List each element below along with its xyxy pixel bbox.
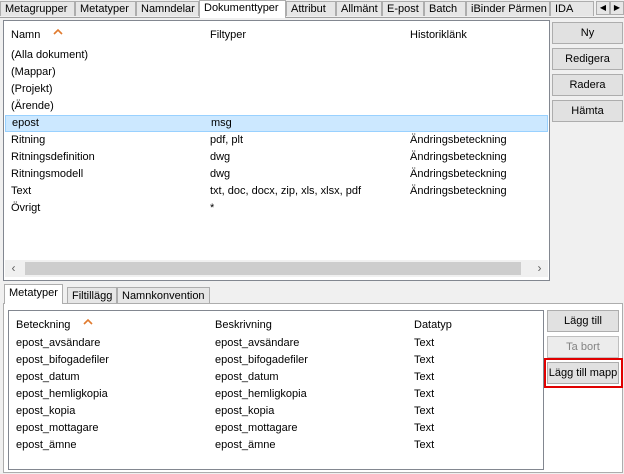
- fetch-button[interactable]: Hämta: [552, 100, 623, 122]
- list-item[interactable]: (Mappar): [4, 64, 549, 81]
- doc-type-filetypes: msg: [211, 117, 232, 129]
- metatype-description: epost_bifogadefiler: [215, 354, 308, 366]
- tab-ida[interactable]: IDA: [550, 1, 594, 16]
- list-item[interactable]: Ritning pdf, plt Ändringsbeteckning: [4, 132, 549, 149]
- list-item[interactable]: (Alla dokument): [4, 47, 549, 64]
- scrollbar-thumb[interactable]: [25, 262, 521, 275]
- doc-type-name: (Projekt): [11, 83, 53, 95]
- scroll-left-icon[interactable]: ‹: [5, 260, 22, 277]
- table-row[interactable]: epost_datum epost_datum Text: [9, 369, 543, 386]
- remove-metatype-button[interactable]: Ta bort: [547, 336, 619, 358]
- subtab-metatyper[interactable]: Metatyper: [4, 284, 63, 304]
- doc-type-name: epost: [12, 117, 39, 129]
- document-types-list[interactable]: Namn Filtyper Historiklänk (Alla dokumen…: [3, 20, 550, 281]
- table-row[interactable]: epost_mottagare epost_mottagare Text: [9, 420, 543, 437]
- tab-ibinder-parmen[interactable]: iBinder Pärmen: [466, 1, 550, 16]
- tab-allmant[interactable]: Allmänt: [336, 1, 382, 16]
- list-item[interactable]: Övrigt *: [4, 200, 549, 217]
- delete-button[interactable]: Radera: [552, 74, 623, 96]
- doc-type-history: Ändringsbeteckning: [410, 134, 507, 146]
- table-row[interactable]: epost_kopia epost_kopia Text: [9, 403, 543, 420]
- metatype-datatype: Text: [414, 337, 435, 349]
- metatype-description: epost_mottagare: [215, 422, 298, 434]
- doc-type-filetypes: txt, doc, docx, zip, xls, xlsx, pdf: [210, 185, 361, 197]
- list-item[interactable]: (Projekt): [4, 81, 549, 98]
- column-header-beskrivning[interactable]: Beskrivning: [215, 319, 272, 331]
- metatype-description: epost_avsändare: [215, 337, 300, 349]
- subtab-filtillagg[interactable]: Filtillägg: [67, 287, 118, 304]
- metatype-code: epost_avsändare: [16, 337, 101, 349]
- metatype-datatype: Text: [414, 439, 435, 451]
- table-row[interactable]: epost_avsändare epost_avsändare Text: [9, 335, 543, 352]
- table-row[interactable]: epost_hemligkopia epost_hemligkopia Text: [9, 386, 543, 403]
- tab-scroll-right-icon[interactable]: ▶: [610, 1, 624, 15]
- column-header-filtyper[interactable]: Filtyper: [210, 29, 246, 41]
- doc-type-name: Text: [11, 185, 32, 197]
- metatype-code: epost_ämne: [16, 439, 77, 451]
- doc-type-filetypes: *: [210, 202, 215, 214]
- doc-type-filetypes: dwg: [210, 168, 231, 180]
- metatype-code: epost_bifogadefiler: [16, 354, 109, 366]
- doc-type-filetypes: pdf, plt: [210, 134, 244, 146]
- list-item-selected[interactable]: epost msg: [5, 115, 548, 132]
- metatype-description: epost_hemligkopia: [215, 388, 307, 400]
- metatype-code: epost_mottagare: [16, 422, 99, 434]
- column-header-historiklank[interactable]: Historiklänk: [410, 29, 467, 41]
- table-row[interactable]: epost_bifogadefiler epost_bifogadefiler …: [9, 352, 543, 369]
- table-row[interactable]: epost_ämne epost_ämne Text: [9, 437, 543, 454]
- column-header-beteckning[interactable]: Beteckning: [16, 319, 70, 331]
- doc-type-history: Ändringsbeteckning: [410, 151, 507, 163]
- metatype-code: epost_kopia: [16, 405, 76, 417]
- doc-type-name: Ritningsmodell: [11, 168, 84, 180]
- list-item[interactable]: Text txt, doc, docx, zip, xls, xlsx, pdf…: [4, 183, 549, 200]
- metatype-code: epost_hemligkopia: [16, 388, 108, 400]
- new-button[interactable]: Ny: [552, 22, 623, 44]
- metatype-datatype: Text: [414, 371, 435, 383]
- top-tab-strip: Metagrupper Metatyper Namndelar Dokument…: [0, 0, 624, 18]
- tab-epost[interactable]: E-post: [382, 1, 424, 16]
- doc-type-name: (Mappar): [11, 66, 56, 78]
- doc-type-name: Övrigt: [11, 202, 41, 214]
- sort-ascending-icon: [83, 318, 93, 325]
- metatypes-list[interactable]: Beteckning Beskrivning Datatyp epost_avs…: [8, 310, 544, 470]
- tab-metagrupper[interactable]: Metagrupper: [0, 1, 75, 16]
- tab-batch[interactable]: Batch: [424, 1, 466, 16]
- tab-metatyper[interactable]: Metatyper: [75, 1, 136, 16]
- metatype-datatype: Text: [414, 354, 435, 366]
- doc-type-name: (Ärende): [11, 100, 54, 112]
- doc-type-name: (Alla dokument): [11, 49, 89, 61]
- metatype-datatype: Text: [414, 405, 435, 417]
- list-item[interactable]: Ritningsdefinition dwg Ändringsbetecknin…: [4, 149, 549, 166]
- metatype-description: epost_kopia: [215, 405, 275, 417]
- list-item[interactable]: (Ärende): [4, 98, 549, 115]
- metatype-datatype: Text: [414, 422, 435, 434]
- add-metatype-button[interactable]: Lägg till: [547, 310, 619, 332]
- add-to-folder-button[interactable]: Lägg till mapp: [547, 362, 619, 384]
- doc-type-history: Ändringsbeteckning: [410, 168, 507, 180]
- edit-button[interactable]: Redigera: [552, 48, 623, 70]
- tab-namndelar[interactable]: Namndelar: [136, 1, 199, 16]
- metatype-description: epost_ämne: [215, 439, 276, 451]
- metatype-datatype: Text: [414, 388, 435, 400]
- sort-ascending-icon: [53, 28, 63, 35]
- doc-type-filetypes: dwg: [210, 151, 231, 163]
- doc-type-history: Ändringsbeteckning: [410, 185, 507, 197]
- doc-type-name: Ritning: [11, 134, 46, 146]
- column-header-namn[interactable]: Namn: [11, 29, 40, 41]
- metatype-code: epost_datum: [16, 371, 80, 383]
- column-header-datatyp[interactable]: Datatyp: [414, 319, 452, 331]
- doc-type-name: Ritningsdefinition: [11, 151, 95, 163]
- tab-attribut[interactable]: Attribut: [286, 1, 336, 16]
- tab-dokumenttyper[interactable]: Dokumenttyper: [199, 0, 286, 18]
- horizontal-scrollbar[interactable]: ‹ ›: [5, 260, 548, 277]
- list-item[interactable]: Ritningsmodell dwg Ändringsbeteckning: [4, 166, 549, 183]
- subtab-namnkonvention[interactable]: Namnkonvention: [117, 287, 210, 304]
- scroll-right-icon[interactable]: ›: [531, 260, 548, 277]
- metatype-description: epost_datum: [215, 371, 279, 383]
- tab-scroll-left-icon[interactable]: ◀: [596, 1, 610, 15]
- metatyper-tab-page: Beteckning Beskrivning Datatyp epost_avs…: [3, 303, 623, 473]
